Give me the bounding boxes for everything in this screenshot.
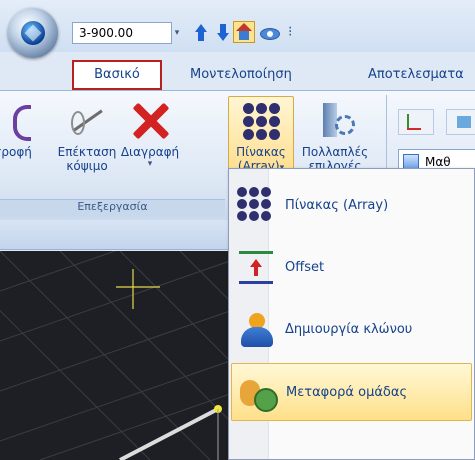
menu-item-clone[interactable]: Δημιουργία κλώνου <box>231 301 472 359</box>
view-cube-button[interactable] <box>446 109 475 135</box>
trim-button[interactable]: τροφή <box>0 97 48 193</box>
delete-label: Διαγραφή <box>120 145 180 159</box>
trim-label: τροφή <box>0 145 32 159</box>
menu-item-array[interactable]: Πίνακας (Array) <box>231 177 472 235</box>
chevron-down-icon[interactable]: ▾ <box>170 22 184 44</box>
clone-icon <box>237 311 275 349</box>
array-dropdown-menu: Πίνακας (Array) Offset Δημιουργία κλώνου… <box>228 168 475 460</box>
delete-icon <box>130 101 170 141</box>
delete-button[interactable]: Διαγραφή ▾ <box>118 97 182 193</box>
tab-modeling[interactable]: Μοντελοποίηση <box>190 60 292 90</box>
ribbon-tabs: Βασικό Μοντελοποίηση Αποτελεσματα <box>0 60 475 90</box>
menu-item-label: Πίνακας (Array) <box>285 198 389 213</box>
trim-icon <box>0 101 33 141</box>
array-icon <box>237 187 275 225</box>
menu-item-offset[interactable]: Offset <box>231 239 472 297</box>
offset-icon <box>237 249 275 287</box>
multi-select-label: Πολλαπλές <box>301 145 369 159</box>
tab-results[interactable]: Αποτελεσματα <box>368 60 464 90</box>
down-arrow-icon[interactable] <box>214 24 232 42</box>
app-orb-icon[interactable] <box>8 8 58 58</box>
app-logo-icon <box>21 21 45 45</box>
house-icon[interactable] <box>233 21 255 43</box>
up-arrow-icon[interactable] <box>192 24 210 42</box>
group-move-icon <box>238 374 278 412</box>
tab-basic[interactable]: Βασικό <box>72 60 162 90</box>
eye-icon[interactable] <box>260 28 280 40</box>
extend-button[interactable]: Επέκταση κόψιμο <box>54 97 120 193</box>
title-bar: 3-900.00 ▾ ⁝ <box>0 0 475 58</box>
menu-item-label: Δημιουργία κλώνου <box>285 322 413 337</box>
menu-item-group-move[interactable]: Μεταφορά ομάδας <box>231 363 472 421</box>
crosshair-cursor <box>116 269 160 309</box>
menu-item-label: Offset <box>285 260 325 275</box>
chevron-down-icon: ▾ <box>147 159 153 169</box>
extend-label: Επέκταση <box>57 145 117 159</box>
app-window: 3-900.00 ▾ ⁝ Βασικό Μοντελοποίηση Αποτελ… <box>0 0 475 460</box>
edit-group-caption: Επεξεργασία <box>0 199 225 217</box>
story-level-input[interactable]: 3-900.00 <box>72 22 172 44</box>
axis-dropdown-button[interactable] <box>398 109 434 135</box>
extend-icon <box>67 101 107 141</box>
array-label: Πίνακας <box>236 145 286 159</box>
multi-select-icon <box>315 101 355 141</box>
extend-label-2: κόψιμο <box>66 159 108 173</box>
menu-item-label: Μεταφορά ομάδας <box>286 385 408 400</box>
toolbar-more-icon[interactable]: ⁝ <box>288 24 292 40</box>
array-icon <box>241 101 281 141</box>
